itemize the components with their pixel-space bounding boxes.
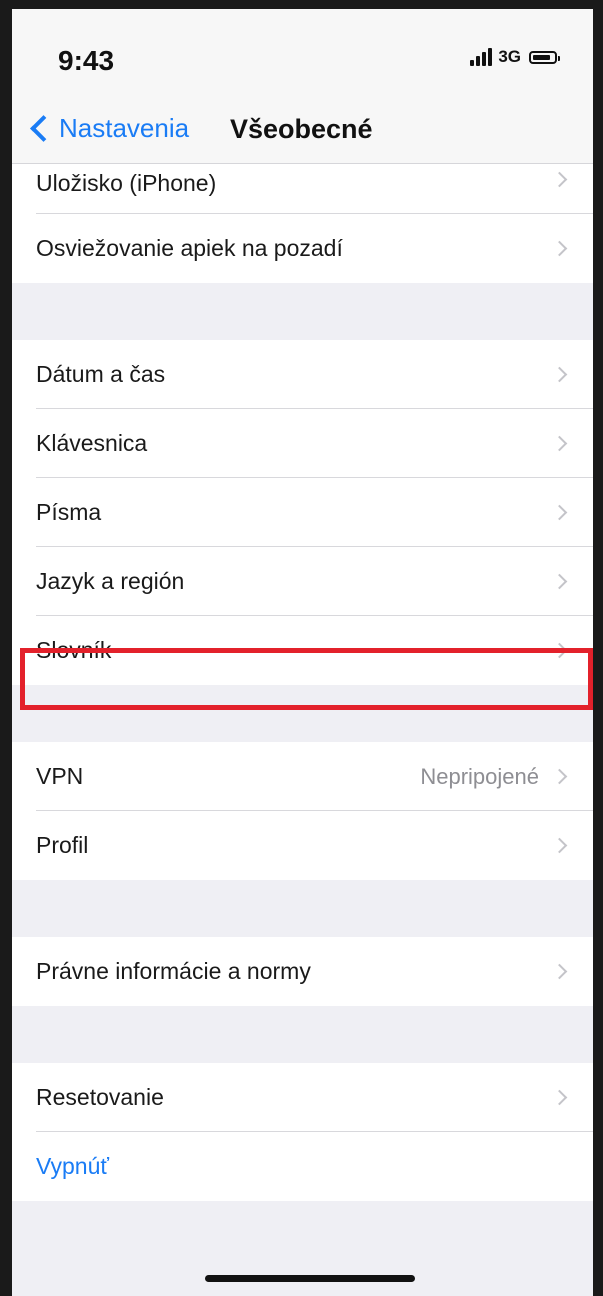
row-fonts[interactable]: Písma [12, 478, 593, 547]
page-title: Všeobecné [230, 114, 373, 144]
row-keyboard[interactable]: Klávesnica [12, 409, 593, 478]
chevron-right-icon [551, 1089, 568, 1106]
row-label: Resetovanie [36, 1084, 164, 1110]
settings-group-vpn: VPN Nepripojené Profil [12, 742, 593, 880]
settings-group-locale: Dátum a čas Klávesnica Písma Jazyk a reg… [12, 340, 593, 685]
status-indicators: 3G [470, 47, 560, 67]
row-label: Dátum a čas [36, 361, 166, 387]
row-reset[interactable]: Resetovanie [12, 1063, 593, 1132]
row-storage[interactable]: Uložisko (iPhone) [12, 164, 593, 214]
status-time: 9:43 [58, 45, 115, 76]
chevron-right-icon [551, 837, 568, 854]
settings-group-storage: Uložisko (iPhone) Osviežovanie apiek na … [12, 164, 593, 283]
chevron-right-icon [551, 171, 568, 188]
chevron-right-icon [551, 573, 568, 590]
back-button[interactable]: Nastavenia [30, 113, 189, 144]
chevron-left-icon [30, 115, 57, 142]
chevron-right-icon [551, 240, 568, 257]
vpn-status: Nepripojené [420, 763, 539, 789]
group-spacer [12, 283, 593, 340]
settings-group-legal: Právne informácie a normy [12, 937, 593, 1006]
row-label: Písma [36, 499, 102, 525]
row-background-refresh[interactable]: Osviežovanie apiek na pozadí [12, 214, 593, 283]
home-indicator[interactable] [205, 1275, 415, 1282]
chevron-right-icon [551, 435, 568, 452]
settings-list: Uložisko (iPhone) Osviežovanie apiek na … [12, 164, 593, 1201]
row-date-time[interactable]: Dátum a čas [12, 340, 593, 409]
settings-group-reset: Resetovanie Vypnúť [12, 1063, 593, 1201]
row-label: Slovník [36, 637, 112, 663]
group-spacer [12, 1006, 593, 1063]
row-language-region[interactable]: Jazyk a región [12, 547, 593, 616]
phone-frame: 9:43 3G Nastavenia Všeobecné Uložisko (i… [0, 0, 603, 1296]
status-bar: 9:43 3G [12, 9, 593, 99]
row-label: Osviežovanie apiek na pozadí [36, 235, 343, 261]
chevron-right-icon [551, 504, 568, 521]
chevron-right-icon [551, 768, 568, 785]
back-button-label: Nastavenia [59, 113, 190, 143]
chevron-right-icon [551, 366, 568, 383]
battery-icon [529, 50, 560, 64]
row-label: Profil [36, 832, 89, 858]
row-label: Jazyk a región [36, 568, 185, 594]
row-shut-down[interactable]: Vypnúť [12, 1132, 593, 1201]
group-spacer [12, 880, 593, 937]
row-label: Vypnúť [36, 1153, 109, 1179]
row-legal-info[interactable]: Právne informácie a normy [12, 937, 593, 1006]
row-label: Klávesnica [36, 430, 148, 456]
navigation-bar: Nastavenia Všeobecné [12, 99, 593, 164]
chevron-right-icon [551, 963, 568, 980]
row-label: Uložisko (iPhone) [36, 169, 217, 196]
row-label: VPN [36, 763, 84, 789]
row-dictionary[interactable]: Slovník [12, 616, 593, 685]
chevron-right-icon [551, 642, 568, 659]
signal-icon [470, 48, 493, 66]
group-spacer [12, 685, 593, 742]
row-profile[interactable]: Profil [12, 811, 593, 880]
row-vpn[interactable]: VPN Nepripojené [12, 742, 593, 811]
network-type: 3G [498, 47, 521, 66]
row-label: Právne informácie a normy [36, 958, 311, 984]
